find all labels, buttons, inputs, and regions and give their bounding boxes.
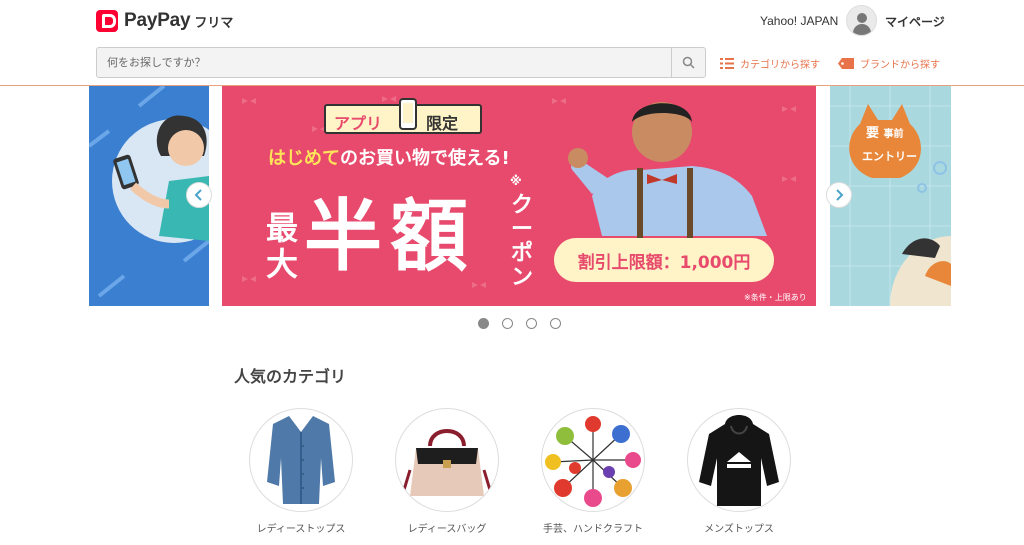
- search-input[interactable]: [97, 48, 671, 77]
- search-button[interactable]: [671, 48, 705, 77]
- handbag-image: [402, 429, 492, 496]
- logo-text: PayPay: [124, 10, 191, 31]
- tag-app-text: アプリ: [334, 114, 383, 133]
- brand-link-label: ブランドから探す: [860, 60, 940, 71]
- browse-by-category-link[interactable]: カテゴリから探す: [720, 56, 820, 71]
- tag-limited-text: 限定: [426, 114, 459, 133]
- carousel-next-button[interactable]: [826, 182, 852, 208]
- smartphone-icon: [399, 98, 417, 130]
- category-image: [249, 408, 353, 512]
- browse-by-brand-link[interactable]: ブランドから探す: [838, 56, 940, 71]
- category-label: レディースバッグ: [407, 524, 487, 535]
- paypay-logo-icon: [96, 10, 118, 32]
- banner-note-mark: ※: [510, 174, 522, 188]
- chevron-right-icon: [836, 189, 844, 201]
- man-illustration: [568, 102, 767, 238]
- site-header: PayPay フリマ Yahoo! JAPAN マイページ カテゴリから探す ブ…: [0, 0, 1024, 86]
- category-item[interactable]: レディースバッグ: [394, 408, 500, 535]
- category-item[interactable]: 手芸、ハンドクラフト: [540, 408, 646, 535]
- category-item[interactable]: メンズトップス: [686, 408, 792, 535]
- carousel-pagination: [478, 318, 561, 329]
- tag-icon: [838, 58, 854, 69]
- search-bar: [96, 47, 706, 78]
- handcraft-image: [545, 416, 641, 507]
- banner-max-text: 最大: [266, 209, 299, 283]
- carousel-dot[interactable]: [550, 318, 561, 329]
- banner-coupon-text: クーポン: [511, 193, 534, 290]
- yahoo-japan-link[interactable]: Yahoo! JAPAN: [760, 14, 838, 28]
- hoodie-image: [699, 415, 779, 506]
- entry-badge-line1: 要: [866, 126, 880, 141]
- search-icon: [682, 56, 695, 69]
- chevron-left-icon: [194, 189, 202, 201]
- cardigan-image: [267, 416, 335, 504]
- popular-categories-title: 人気のカテゴリ: [234, 367, 347, 386]
- category-item[interactable]: レディーストップス: [248, 408, 354, 535]
- entry-badge-text: 要 事前: [866, 126, 904, 143]
- entry-badge-line2: エントリー: [862, 150, 917, 163]
- banner-subtitle-highlight: はじめて: [268, 148, 340, 169]
- user-avatar-icon[interactable]: [846, 5, 877, 36]
- category-image: [541, 408, 645, 512]
- site-logo[interactable]: PayPay フリマ: [96, 9, 233, 33]
- category-link-label: カテゴリから探す: [740, 60, 820, 71]
- category-label: メンズトップス: [704, 524, 774, 535]
- banner-fine-print: ※条件・上限あり: [744, 293, 807, 302]
- mypage-link[interactable]: マイページ: [885, 13, 945, 30]
- category-image: [395, 408, 499, 512]
- category-label: 手芸、ハンドクラフト: [543, 524, 643, 535]
- category-image: [687, 408, 791, 512]
- promo-carousel: アプリ 限定 はじめてのお買い物で使える! 最大 半額 ※ クーポン 割引上限額…: [0, 86, 1024, 306]
- list-icon: [720, 58, 734, 69]
- entry-badge-line1b: 事前: [883, 129, 904, 140]
- banner-subtitle: はじめてのお買い物で使える!: [268, 144, 510, 170]
- logo-subtext: フリマ: [194, 15, 234, 31]
- discount-cap-pill: 割引上限額：1,000円: [554, 238, 774, 282]
- carousel-dot[interactable]: [478, 318, 489, 329]
- banner-subtitle-rest: のお買い物で使える!: [340, 148, 510, 169]
- carousel-dot[interactable]: [502, 318, 513, 329]
- app-limited-tag: アプリ 限定: [324, 98, 482, 134]
- category-label: レディーストップス: [256, 524, 346, 535]
- carousel-prev-button[interactable]: [186, 182, 212, 208]
- carousel-dot[interactable]: [526, 318, 537, 329]
- banner-half-price-text: 半額: [304, 192, 477, 282]
- carousel-slide-active[interactable]: アプリ 限定 はじめてのお買い物で使える! 最大 半額 ※ クーポン 割引上限額…: [222, 86, 816, 306]
